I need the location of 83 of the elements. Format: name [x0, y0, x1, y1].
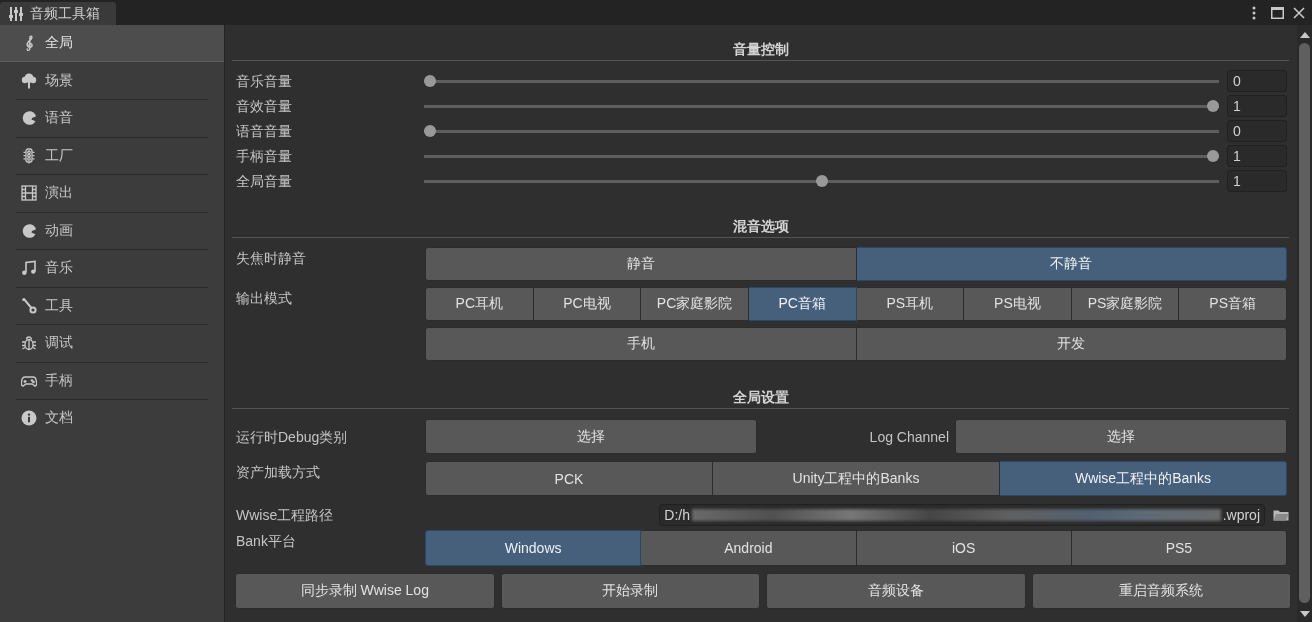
- mixer-sliders-icon: [9, 6, 23, 21]
- select-button[interactable]: 选择: [425, 419, 757, 454]
- value-field[interactable]: 0: [1227, 70, 1287, 92]
- slider-thumb[interactable]: [1207, 150, 1219, 162]
- path-field[interactable]: D:/h .wproj: [659, 504, 1265, 526]
- traffic-light-icon: [21, 147, 37, 164]
- window-tab[interactable]: 音频工具箱: [0, 2, 116, 25]
- sidebar-item[interactable]: 场景: [0, 62, 224, 99]
- segment-button[interactable]: Unity工程中的Banks: [713, 461, 1000, 496]
- segment-button[interactable]: Windows: [425, 530, 642, 566]
- action-button[interactable]: 音频设备: [766, 573, 1026, 609]
- option-label: 资产加载方式: [235, 463, 321, 482]
- scroll-up-icon[interactable]: [1299, 32, 1310, 38]
- sidebar-item[interactable]: 音乐: [0, 250, 224, 287]
- segment-button[interactable]: 手机: [425, 327, 857, 361]
- segment-button[interactable]: PS电视: [964, 287, 1072, 321]
- option-label: Log Channel: [868, 428, 950, 445]
- pacman-icon: [21, 110, 37, 127]
- bug-icon: [21, 335, 37, 352]
- segment-button[interactable]: 开发: [856, 327, 1287, 361]
- wrench-icon: [21, 297, 37, 314]
- segment-button[interactable]: PCK: [425, 461, 713, 496]
- folder-icon[interactable]: [1273, 509, 1289, 521]
- option-label: Wwise工程路径: [235, 506, 335, 525]
- slider-label: 语音音量: [235, 122, 293, 141]
- path-text: .wproj: [1222, 507, 1260, 523]
- slider-thumb[interactable]: [424, 125, 436, 137]
- segment-button[interactable]: 静音: [425, 247, 857, 281]
- action-button[interactable]: 开始录制: [500, 573, 760, 609]
- path-text: D:/h: [664, 507, 690, 523]
- segment-button[interactable]: iOS: [856, 530, 1072, 566]
- segment-button[interactable]: PS耳机: [856, 287, 965, 321]
- music-note-icon: [21, 260, 37, 277]
- action-button[interactable]: 同步录制 Wwise Log: [235, 573, 495, 609]
- value-field[interactable]: 0: [1227, 120, 1287, 142]
- sidebar-item[interactable]: 语音: [0, 100, 224, 137]
- slider-thumb[interactable]: [815, 175, 828, 187]
- segment-button[interactable]: PS音箱: [1179, 287, 1287, 321]
- select-button[interactable]: 选择: [955, 419, 1287, 454]
- pacman-icon: [21, 222, 37, 239]
- option-label: Bank平台: [235, 532, 297, 551]
- segment-button[interactable]: Android: [641, 530, 857, 566]
- option-label: 运行时Debug类别: [235, 427, 349, 447]
- info-icon: [21, 410, 37, 427]
- sidebar-item[interactable]: 手柄: [0, 362, 224, 399]
- option-label: 失焦时静音: [235, 249, 307, 268]
- segment-button[interactable]: PC家庭影院: [641, 287, 749, 321]
- segment-button[interactable]: PC音箱: [748, 287, 857, 321]
- scroll-down-icon[interactable]: [1299, 611, 1310, 617]
- sidebar-item[interactable]: 演出: [0, 175, 224, 212]
- value-field[interactable]: 1: [1227, 145, 1287, 167]
- maximize-icon[interactable]: [1271, 6, 1284, 19]
- option-label: 输出模式: [235, 289, 293, 308]
- scrollbar-thumb[interactable]: [1299, 43, 1310, 603]
- slider-label: 全局音量: [235, 172, 293, 191]
- slider-thumb[interactable]: [1207, 100, 1219, 112]
- section-title: 音量控制: [232, 42, 1289, 61]
- film-strip-icon: [21, 185, 37, 202]
- segment-button[interactable]: PC耳机: [425, 287, 534, 321]
- slider-label: 音效音量: [235, 97, 293, 116]
- slider-label: 音乐音量: [235, 72, 293, 91]
- slider-thumb[interactable]: [424, 75, 436, 87]
- more-menu-icon[interactable]: [1252, 5, 1256, 20]
- sidebar-item[interactable]: 工具: [0, 287, 224, 324]
- sidebar-item[interactable]: 全局: [0, 25, 224, 62]
- value-field[interactable]: 1: [1227, 95, 1287, 117]
- action-button[interactable]: 重启音频系统: [1031, 573, 1291, 609]
- sidebar-item[interactable]: 文档: [0, 400, 224, 437]
- segment-button[interactable]: PS5: [1071, 530, 1287, 566]
- segment-button[interactable]: 不静音: [856, 247, 1287, 281]
- value-field[interactable]: 1: [1227, 170, 1287, 192]
- window-title: 音频工具箱: [30, 4, 100, 23]
- segment-button[interactable]: PC电视: [533, 287, 642, 321]
- sidebar-item[interactable]: 工厂: [0, 137, 224, 174]
- section-title: 混音选项: [232, 219, 1289, 238]
- segment-button[interactable]: Wwise工程中的Banks: [1000, 461, 1287, 496]
- tree-icon: [21, 72, 37, 89]
- close-icon[interactable]: [1293, 6, 1305, 19]
- sidebar-item[interactable]: 动画: [0, 212, 224, 249]
- slider-label: 手柄音量: [235, 147, 293, 166]
- sidebar-item[interactable]: 调试: [0, 325, 224, 362]
- section-title: 全局设置: [232, 390, 1289, 409]
- segment-button[interactable]: PS家庭影院: [1071, 287, 1180, 321]
